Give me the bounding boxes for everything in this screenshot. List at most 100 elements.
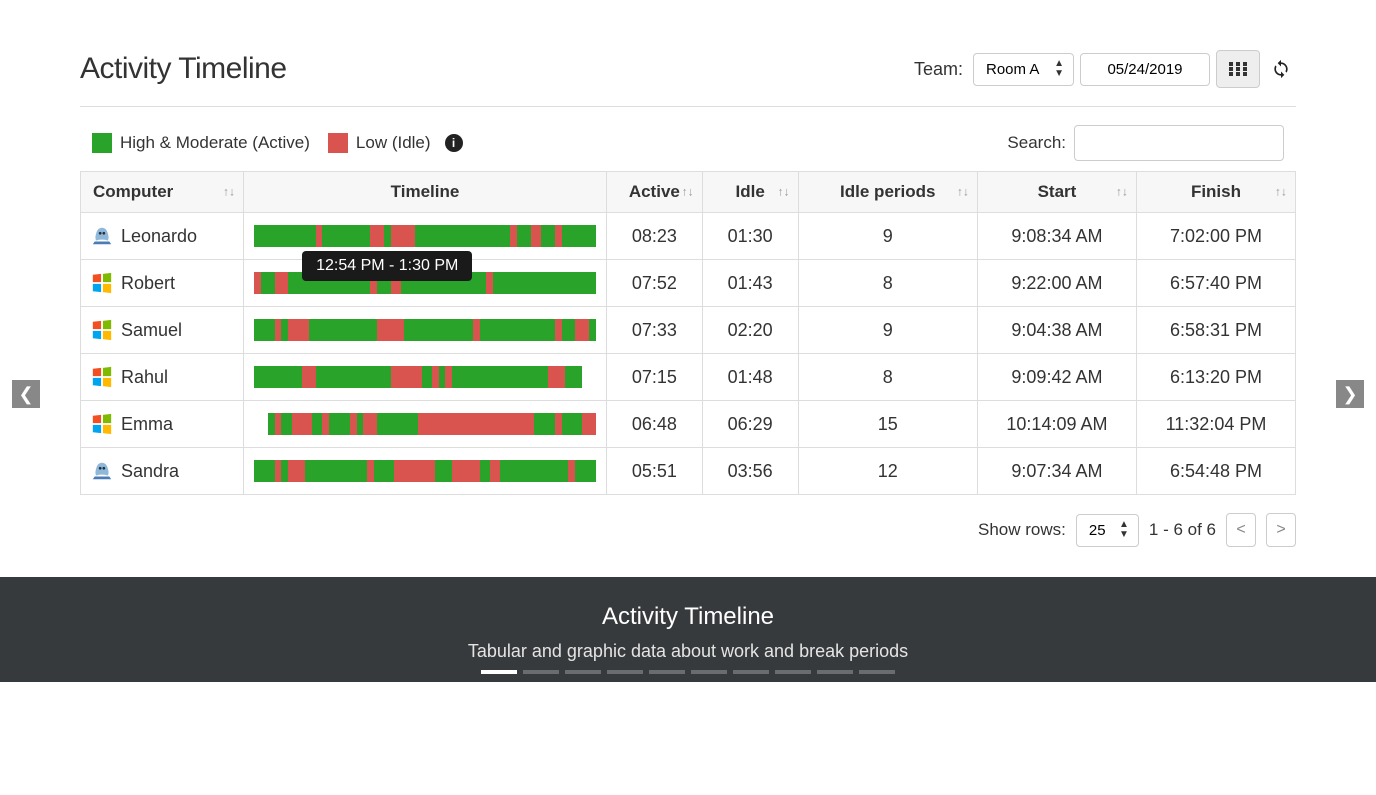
- computer-cell: Robert: [91, 272, 233, 294]
- idle-cell: 01:48: [702, 354, 798, 401]
- computer-name: Sandra: [121, 461, 179, 482]
- activity-table: Computer↑↓ Timeline Active↑↓ Idle↑↓ Idle…: [80, 171, 1296, 495]
- finish-cell: 7:02:00 PM: [1136, 213, 1295, 260]
- carousel-dot[interactable]: [565, 670, 601, 674]
- page-next-button[interactable]: >: [1266, 513, 1296, 547]
- computer-name: Rahul: [121, 367, 168, 388]
- start-cell: 9:22:00 AM: [977, 260, 1136, 307]
- computer-cell: Emma: [91, 413, 233, 435]
- carousel-dot[interactable]: [649, 670, 685, 674]
- sort-icon: ↑↓: [682, 189, 694, 196]
- finish-cell: 11:32:04 PM: [1136, 401, 1295, 448]
- start-cell: 9:04:38 AM: [977, 307, 1136, 354]
- idle-periods-cell: 9: [798, 213, 977, 260]
- page-range: 1 - 6 of 6: [1149, 520, 1216, 540]
- table-row[interactable]: Samuel 07:3302:2099:04:38 AM6:58:31 PM: [81, 307, 1296, 354]
- carousel-dot[interactable]: [817, 670, 853, 674]
- page-title: Activity Timeline: [80, 52, 287, 86]
- active-cell: 08:23: [606, 213, 702, 260]
- table-row[interactable]: Leonardo12:54 PM - 1:30 PM08:2301:3099:0…: [81, 213, 1296, 260]
- team-select[interactable]: Room A: [973, 53, 1074, 86]
- carousel-dot[interactable]: [859, 670, 895, 674]
- table-row[interactable]: Rahul07:1501:4889:09:42 AM6:13:20 PM: [81, 354, 1296, 401]
- sort-icon: ↑↓: [223, 189, 235, 196]
- carousel-dot[interactable]: [607, 670, 643, 674]
- grid-view-button[interactable]: [1216, 50, 1260, 88]
- computer-cell: Sandra: [91, 460, 233, 482]
- finish-cell: 6:57:40 PM: [1136, 260, 1295, 307]
- start-cell: 10:14:09 AM: [977, 401, 1136, 448]
- table-row[interactable]: Sandra05:5103:56129:07:34 AM6:54:48 PM: [81, 448, 1296, 495]
- computer-cell: Samuel: [91, 319, 233, 341]
- timeline-bar[interactable]: [254, 413, 596, 435]
- rows-select[interactable]: 25: [1076, 514, 1139, 547]
- mac-os-icon: [91, 460, 113, 482]
- idle-periods-cell: 12: [798, 448, 977, 495]
- table-row[interactable]: Robert07:5201:4389:22:00 AM6:57:40 PM: [81, 260, 1296, 307]
- refresh-button[interactable]: [1266, 50, 1296, 88]
- refresh-icon: [1271, 59, 1291, 79]
- active-cell: 05:51: [606, 448, 702, 495]
- idle-periods-cell: 9: [798, 307, 977, 354]
- idle-cell: 01:43: [702, 260, 798, 307]
- timeline-bar[interactable]: [254, 319, 596, 341]
- col-idle-periods[interactable]: Idle periods↑↓: [798, 172, 977, 213]
- col-timeline[interactable]: Timeline: [244, 172, 607, 213]
- timeline-tooltip: 12:54 PM - 1:30 PM: [302, 251, 472, 281]
- footer-subtitle: Tabular and graphic data about work and …: [0, 641, 1376, 662]
- timeline-bar[interactable]: [254, 366, 596, 388]
- search-label: Search:: [1007, 133, 1066, 153]
- sort-icon: ↑↓: [1116, 189, 1128, 196]
- footer-title: Activity Timeline: [0, 603, 1376, 631]
- search-input[interactable]: [1074, 125, 1284, 161]
- footer: Activity Timeline Tabular and graphic da…: [0, 577, 1376, 682]
- start-cell: 9:08:34 AM: [977, 213, 1136, 260]
- sort-icon: ↑↓: [1275, 189, 1287, 196]
- carousel-prev[interactable]: ❮: [12, 380, 40, 408]
- table-row[interactable]: Emma 06:4806:291510:14:09 AM11:32:04 PM: [81, 401, 1296, 448]
- computer-name: Leonardo: [121, 226, 197, 247]
- computer-name: Robert: [121, 273, 175, 294]
- sort-icon: ↑↓: [778, 189, 790, 196]
- info-icon[interactable]: i: [445, 134, 463, 152]
- legend-swatch-idle: [328, 133, 348, 153]
- windows-os-icon: [91, 413, 113, 435]
- grid-icon: [1229, 62, 1247, 76]
- active-cell: 07:52: [606, 260, 702, 307]
- legend: High & Moderate (Active) Low (Idle) i: [92, 133, 463, 153]
- page-prev-button[interactable]: <: [1226, 513, 1256, 547]
- team-label: Team:: [914, 59, 963, 80]
- legend-swatch-active: [92, 133, 112, 153]
- finish-cell: 6:58:31 PM: [1136, 307, 1295, 354]
- show-rows-label: Show rows:: [978, 520, 1066, 540]
- carousel-dots[interactable]: [0, 670, 1376, 674]
- computer-cell: Leonardo: [91, 225, 233, 247]
- col-start[interactable]: Start↑↓: [977, 172, 1136, 213]
- col-computer[interactable]: Computer↑↓: [81, 172, 244, 213]
- timeline-bar[interactable]: [254, 460, 596, 482]
- col-finish[interactable]: Finish↑↓: [1136, 172, 1295, 213]
- active-cell: 07:33: [606, 307, 702, 354]
- active-cell: 07:15: [606, 354, 702, 401]
- active-cell: 06:48: [606, 401, 702, 448]
- finish-cell: 6:13:20 PM: [1136, 354, 1295, 401]
- computer-cell: Rahul: [91, 366, 233, 388]
- carousel-dot[interactable]: [733, 670, 769, 674]
- date-input[interactable]: [1080, 53, 1210, 86]
- finish-cell: 6:54:48 PM: [1136, 448, 1295, 495]
- col-idle[interactable]: Idle↑↓: [702, 172, 798, 213]
- mac-os-icon: [91, 225, 113, 247]
- carousel-dot[interactable]: [523, 670, 559, 674]
- idle-cell: 02:20: [702, 307, 798, 354]
- carousel-dot[interactable]: [481, 670, 517, 674]
- divider: [80, 106, 1296, 107]
- start-cell: 9:07:34 AM: [977, 448, 1136, 495]
- carousel-dot[interactable]: [691, 670, 727, 674]
- idle-cell: 06:29: [702, 401, 798, 448]
- idle-periods-cell: 15: [798, 401, 977, 448]
- carousel-dot[interactable]: [775, 670, 811, 674]
- col-active[interactable]: Active↑↓: [606, 172, 702, 213]
- carousel-next[interactable]: ❯: [1336, 380, 1364, 408]
- computer-name: Samuel: [121, 320, 182, 341]
- timeline-bar[interactable]: 12:54 PM - 1:30 PM: [254, 225, 596, 247]
